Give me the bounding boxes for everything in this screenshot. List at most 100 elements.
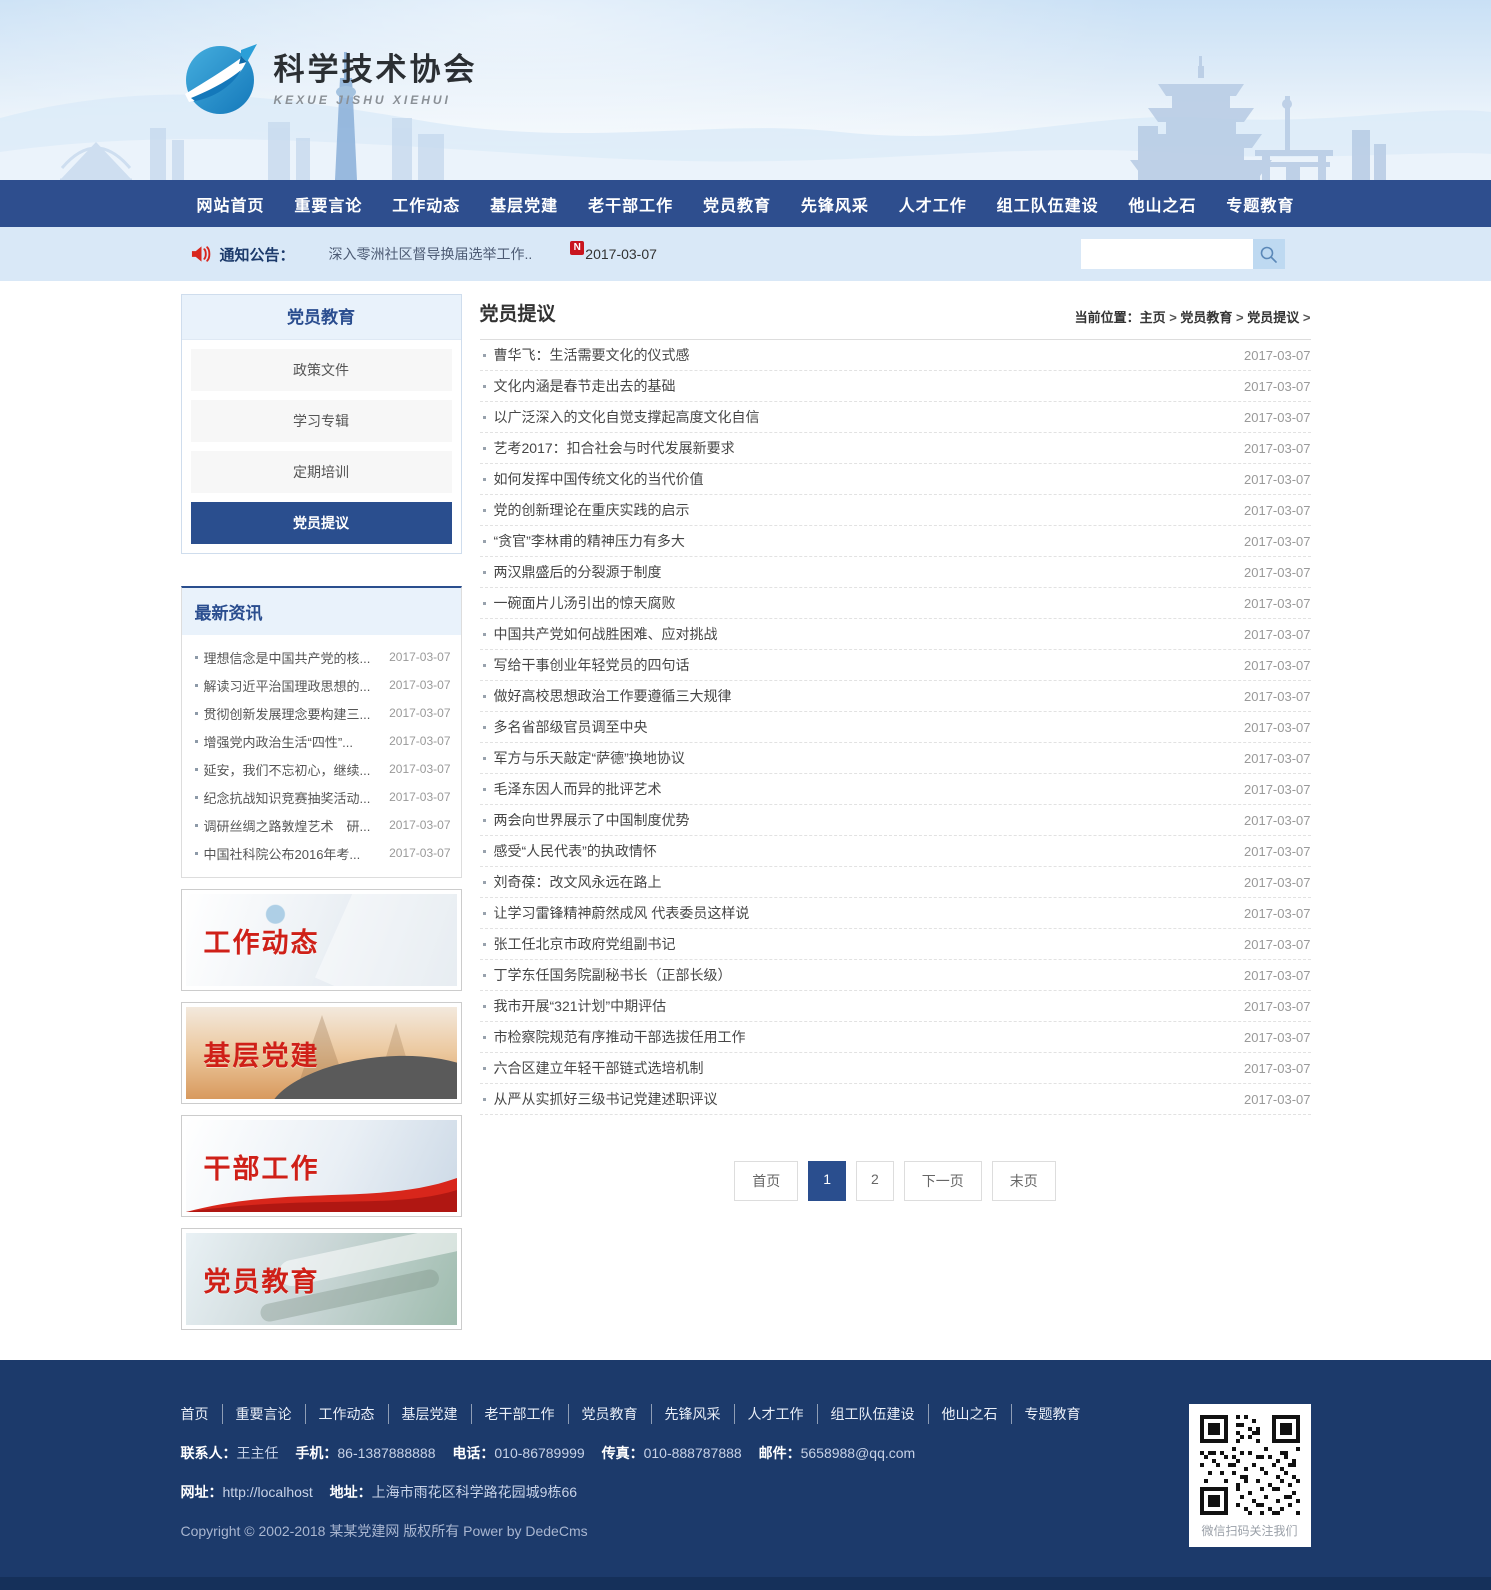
banner-member-education[interactable]: 党员教育 [181, 1228, 462, 1330]
article-link[interactable]: 从严从实抓好三级书记党建述职评议 [494, 1089, 1245, 1109]
notice-link[interactable]: 深入零洲社区督导换届选举工作.. [329, 244, 533, 264]
article-date: 2017-03-07 [1244, 658, 1311, 673]
breadcrumb-member-proposals[interactable]: 党员提议 [1232, 310, 1299, 325]
qr-caption: 微信扫码关注我们 [1200, 1522, 1300, 1539]
bullet-icon [195, 684, 198, 687]
article-link[interactable]: 张工任北京市政府党组副书记 [494, 934, 1245, 954]
article-link[interactable]: 两汉鼎盛后的分裂源于制度 [494, 562, 1245, 582]
footer-link-home[interactable]: 首页 [181, 1404, 222, 1424]
bullet-icon [483, 478, 486, 481]
article-row: 感受“人民代表”的执政情怀2017-03-07 [480, 836, 1311, 867]
footer-link-pioneer[interactable]: 先锋风采 [651, 1404, 734, 1424]
article-link[interactable]: 丁学东任国务院副秘书长（正部长级） [494, 965, 1245, 985]
qr-code-image [1200, 1415, 1300, 1515]
article-link[interactable]: 毛泽东因人而异的批评艺术 [494, 779, 1245, 799]
article-link[interactable]: 写给干事创业年轻党员的四句话 [494, 655, 1245, 675]
bullet-icon [195, 852, 198, 855]
article-row: 丁学东任国务院副秘书长（正部长级）2017-03-07 [480, 960, 1311, 991]
article-link[interactable]: 中国共产党如何战胜困难、应对挑战 [494, 624, 1245, 644]
search-button[interactable] [1253, 239, 1285, 269]
nav-item-special-education[interactable]: 专题教育 [1226, 192, 1294, 216]
article-link[interactable]: 如何发挥中国传统文化的当代价值 [494, 469, 1245, 489]
bullet-icon [483, 1036, 486, 1039]
article-date: 2017-03-07 [1244, 472, 1311, 487]
sidebar-menu-title: 党员教育 [182, 295, 461, 340]
article-link[interactable]: 刘奇葆：改文风永远在路上 [494, 872, 1245, 892]
nav-item-other-examples[interactable]: 他山之石 [1129, 192, 1197, 216]
sidebar-item-policy-files[interactable]: 政策文件 [191, 349, 452, 391]
site-footer: 首页 重要言论 工作动态 基层党建 老干部工作 党员教育 先锋风采 人才工作 组… [0, 1360, 1491, 1590]
footer-link-grassroots[interactable]: 基层党建 [388, 1404, 471, 1424]
bullet-icon [483, 757, 486, 760]
nav-item-veteran-cadres[interactable]: 老干部工作 [588, 192, 673, 216]
news-item[interactable]: 调研丝绸之路敦煌艺术 研...2017-03-07 [192, 811, 451, 839]
news-item[interactable]: 理想信念是中国共产党的核...2017-03-07 [192, 643, 451, 671]
footer-link-other-examples[interactable]: 他山之石 [928, 1404, 1011, 1424]
news-item[interactable]: 纪念抗战知识竞赛抽奖活动...2017-03-07 [192, 783, 451, 811]
footer-link-special-education[interactable]: 专题教育 [1011, 1404, 1094, 1424]
article-date: 2017-03-07 [1244, 441, 1311, 456]
pagination-next[interactable]: 下一页 [904, 1161, 982, 1201]
article-link[interactable]: 军方与乐天敲定“萨德”换地协议 [494, 748, 1245, 768]
banner-work-news[interactable]: 工作动态 [181, 889, 462, 991]
nav-item-grassroots[interactable]: 基层党建 [490, 192, 558, 216]
article-link[interactable]: 市检察院规范有序推动干部选拔任用工作 [494, 1027, 1245, 1047]
pagination-last[interactable]: 末页 [992, 1161, 1056, 1201]
nav-item-work-news[interactable]: 工作动态 [392, 192, 460, 216]
pagination-first[interactable]: 首页 [734, 1161, 798, 1201]
footer-link-talent[interactable]: 人才工作 [734, 1404, 817, 1424]
pagination-page-2[interactable]: 2 [856, 1161, 894, 1201]
sidebar-item-member-proposals[interactable]: 党员提议 [191, 502, 452, 544]
sidebar-item-study-album[interactable]: 学习专辑 [191, 400, 452, 442]
site-logo[interactable]: 科学技术协会 KEXUE JISHU XIEHUI [183, 42, 478, 118]
latest-news-panel: 最新资讯 理想信念是中国共产党的核...2017-03-07 解读习近平治国理政… [181, 586, 462, 878]
news-item[interactable]: 延安，我们不忘初心，继续...2017-03-07 [192, 755, 451, 783]
banner-cadre-work[interactable]: 干部工作 [181, 1115, 462, 1217]
article-link[interactable]: 让学习雷锋精神蔚然成风 代表委员这样说 [494, 903, 1245, 923]
pagination-page-1[interactable]: 1 [808, 1161, 846, 1201]
article-link[interactable]: 文化内涵是春节走出去的基础 [494, 376, 1245, 396]
article-link[interactable]: 曹华飞：生活需要文化的仪式感 [494, 345, 1245, 365]
latest-news-title: 最新资讯 [182, 588, 461, 635]
article-link[interactable]: 两会向世界展示了中国制度优势 [494, 810, 1245, 830]
article-link[interactable]: 我市开展“321计划”中期评估 [494, 996, 1245, 1016]
article-link[interactable]: 做好高校思想政治工作要遵循三大规律 [494, 686, 1245, 706]
breadcrumb-home[interactable]: 主页 [1140, 310, 1166, 325]
article-link[interactable]: 六合区建立年轻干部链式选培机制 [494, 1058, 1245, 1078]
article-list: 曹华飞：生活需要文化的仪式感 2017-03-07 文化内涵是春节走出去的基础 20… [480, 340, 1311, 1115]
logo-title: 科学技术协会 [274, 53, 478, 87]
article-link[interactable]: 艺考2017：扣合社会与时代发展新要求 [494, 438, 1245, 458]
news-item[interactable]: 中国社科院公布2016年考...2017-03-07 [192, 839, 451, 867]
search-input[interactable] [1081, 239, 1253, 269]
footer-link-member-education[interactable]: 党员教育 [568, 1404, 651, 1424]
footer-link-work-news[interactable]: 工作动态 [305, 1404, 388, 1424]
new-badge-icon: N [570, 241, 584, 255]
article-link[interactable]: 以广泛深入的文化自觉支撑起高度文化自信 [494, 407, 1245, 427]
article-link[interactable]: “贪官”李林甫的精神压力有多大 [494, 531, 1245, 551]
news-item[interactable]: 贯彻创新发展理念要构建三...2017-03-07 [192, 699, 451, 727]
nav-item-pioneer[interactable]: 先锋风采 [801, 192, 869, 216]
article-link[interactable]: 多名省部级官员调至中央 [494, 717, 1245, 737]
breadcrumb-member-education[interactable]: 党员教育 [1166, 310, 1233, 325]
footer-link-veteran-cadres[interactable]: 老干部工作 [471, 1404, 568, 1424]
article-link[interactable]: 一碗面片儿汤引出的惊天腐败 [494, 593, 1245, 613]
nav-item-member-education[interactable]: 党员教育 [703, 192, 771, 216]
sidebar-item-regular-training[interactable]: 定期培训 [191, 451, 452, 493]
banner-grassroots[interactable]: 基层党建 [181, 1002, 462, 1104]
news-item[interactable]: 解读习近平治国理政思想的...2017-03-07 [192, 671, 451, 699]
content-column: 党员提议 当前位置：主页党员教育党员提议 曹华飞：生活需要文化的仪式感2017-… [480, 294, 1311, 1201]
nav-item-org-team[interactable]: 组工队伍建设 [997, 192, 1099, 216]
article-link[interactable]: 感受“人民代表”的执政情怀 [494, 841, 1245, 861]
nav-item-home[interactable]: 网站首页 [197, 192, 265, 216]
article-link[interactable]: 党的创新理论在重庆实践的启示 [494, 500, 1245, 520]
footer-link-org-team[interactable]: 组工队伍建设 [817, 1404, 928, 1424]
news-item[interactable]: 增强党内政治生活“四性”...2017-03-07 [192, 727, 451, 755]
nav-item-talent[interactable]: 人才工作 [899, 192, 967, 216]
bullet-icon [483, 571, 486, 574]
article-date: 2017-03-07 [1244, 1030, 1311, 1045]
nav-item-speeches[interactable]: 重要言论 [294, 192, 362, 216]
article-row: 刘奇葆：改文风永远在路上2017-03-07 [480, 867, 1311, 898]
logo-subtitle: KEXUE JISHU XIEHUI [274, 93, 478, 107]
bullet-icon [483, 819, 486, 822]
footer-link-speeches[interactable]: 重要言论 [222, 1404, 305, 1424]
